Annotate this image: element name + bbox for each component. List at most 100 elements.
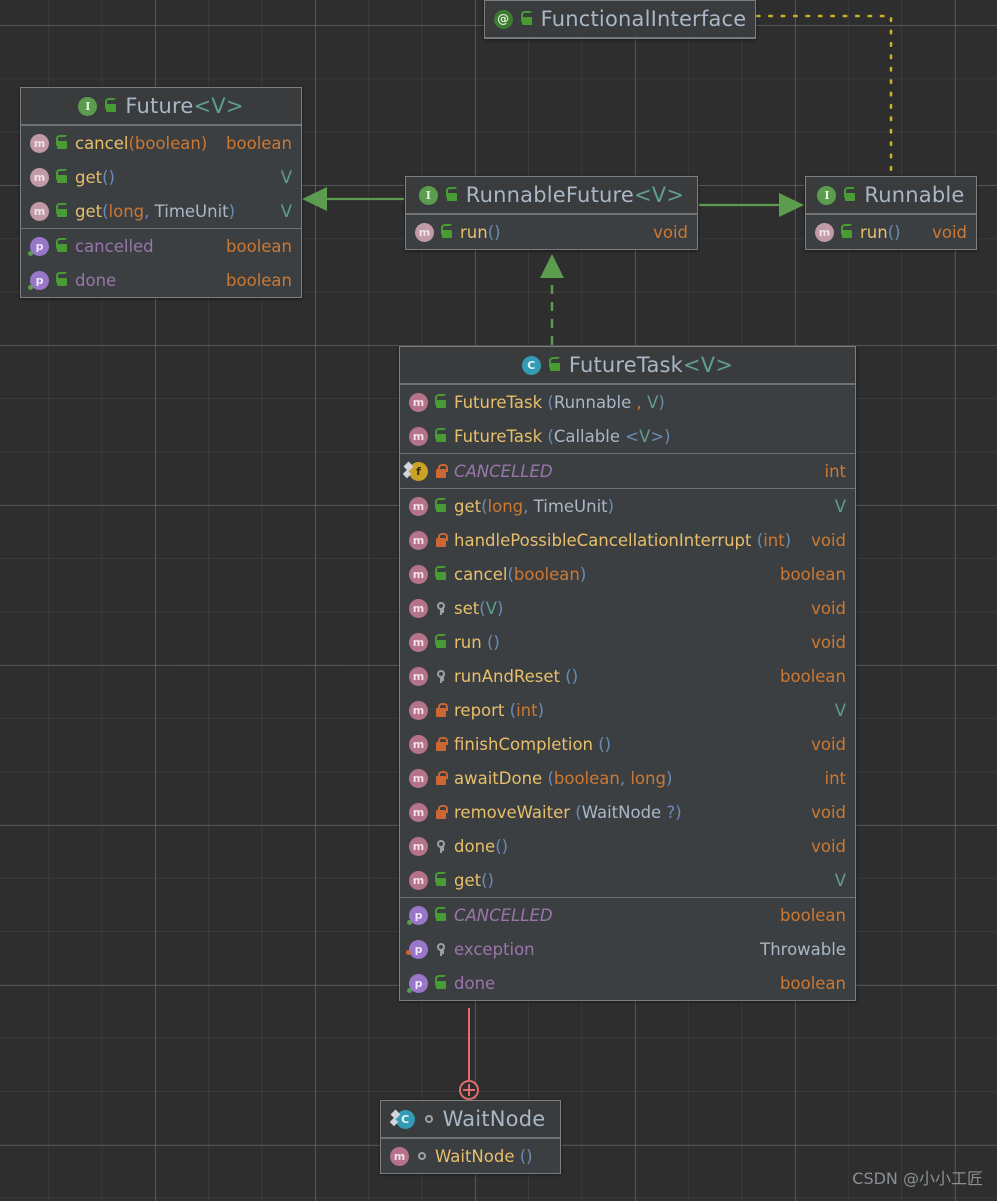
member-signature: FutureTask (Callable <V>) [454,426,671,446]
member-signature: cancelled [75,236,154,256]
member-signature: awaitDone (boolean, long) [454,768,673,788]
member-signature: exception [454,939,535,959]
public-lock-icon [55,238,69,254]
public-lock-icon [55,169,69,185]
property-icon: p [28,236,49,256]
member-signature: get(long, TimeUnit) [454,496,615,516]
member-signature: set(V) [454,598,504,618]
field-icon: f [409,461,428,481]
public-lock-icon [843,187,857,203]
member-signature: cancel(boolean) [75,133,208,153]
protected-key-icon [434,668,448,684]
public-lock-icon [434,498,448,514]
member-row[interactable]: m FutureTask (Callable <V>) [400,419,855,453]
public-lock-icon [840,224,854,240]
class-title: Runnable [864,183,965,207]
node-runnable[interactable]: I Runnable m run() void [805,176,977,250]
node-runnable-future[interactable]: I RunnableFuture<V> m run() void [405,176,698,250]
interface-icon: I [78,96,98,116]
method-icon: m [409,700,428,720]
member-row[interactable]: m get() V [21,160,301,194]
member-signature: report (int) [454,700,545,720]
property-icon: p [407,973,428,993]
private-lock-icon [434,532,448,548]
private-lock-icon [434,463,448,479]
member-row[interactable]: p done boolean [21,263,301,297]
member-row[interactable]: m runAndReset () boolean [400,659,855,693]
member-signature: run() [460,222,501,242]
property-icon: p [28,270,49,290]
public-lock-icon [434,907,448,923]
public-lock-icon [445,187,459,203]
public-lock-icon [434,566,448,582]
node-future[interactable]: I Future<V> m cancel(boolean) boolean m … [20,87,302,298]
member-row[interactable]: m set(V) void [400,591,855,625]
method-icon: m [415,222,434,242]
member-signature: done [454,973,496,993]
method-icon: m [815,222,834,242]
public-lock-icon [55,135,69,151]
member-return-type: void [653,222,688,242]
member-row[interactable]: m get(long, TimeUnit) V [400,489,855,523]
private-lock-icon [434,804,448,820]
member-row[interactable]: m get() V [400,863,855,897]
node-future-task[interactable]: C FutureTask<V> m FutureTask (Runnable ,… [399,346,856,1001]
member-return-type: V [280,167,292,187]
member-row[interactable]: m finishCompletion () void [400,727,855,761]
package-private-icon [415,1148,429,1164]
member-row[interactable]: p done boolean [400,966,855,1000]
property-icon: p [406,939,428,959]
method-icon: m [409,564,428,584]
node-header: I Future<V> [21,88,301,125]
member-signature: get() [454,870,494,890]
member-row[interactable]: f CANCELLED int [400,454,855,488]
member-row[interactable]: m WaitNode () [381,1139,560,1173]
member-signature: handlePossibleCancellationInterrupt (int… [454,530,792,550]
method-icon: m [30,167,49,187]
public-lock-icon [434,872,448,888]
member-row[interactable]: p cancelled boolean [21,229,301,263]
member-return-type: void [811,632,846,652]
method-icon: m [390,1146,409,1166]
private-lock-icon [434,702,448,718]
member-row[interactable]: m removeWaiter (WaitNode ?) void [400,795,855,829]
member-row[interactable]: p exception Throwable [400,932,855,966]
class-icon: C [395,1109,415,1129]
member-row[interactable]: m run() void [406,215,697,249]
constructors-section: m FutureTask (Runnable , V) m FutureTask… [400,384,855,453]
public-lock-icon [55,272,69,288]
method-icon: m [409,530,428,550]
node-header: @ FunctionalInterface [485,1,755,38]
class-title: FutureTask<V> [568,353,734,377]
method-icon: m [409,802,428,822]
member-signature: WaitNode () [435,1146,533,1166]
member-row[interactable]: m cancel(boolean) boolean [21,126,301,160]
member-row[interactable]: m report (int) V [400,693,855,727]
properties-section: p CANCELLED boolean p exception Throwabl… [400,897,855,1000]
method-icon: m [409,632,428,652]
member-row[interactable]: m get(long, TimeUnit) V [21,194,301,228]
member-return-type: boolean [226,270,292,290]
class-title: RunnableFuture<V> [465,183,685,207]
member-row[interactable]: p CANCELLED boolean [400,898,855,932]
member-row[interactable]: m done() void [400,829,855,863]
member-return-type: boolean [780,666,846,686]
public-lock-icon [434,394,448,410]
member-return-type: int [824,461,846,481]
node-wait-node[interactable]: C WaitNode m WaitNode () [380,1100,561,1174]
node-functional-interface[interactable]: @ FunctionalInterface [484,0,756,39]
member-row[interactable]: m run() void [806,215,976,249]
member-return-type: boolean [780,973,846,993]
node-header: C FutureTask<V> [400,347,855,384]
member-row[interactable]: m awaitDone (boolean, long) int [400,761,855,795]
member-return-type: boolean [226,133,292,153]
method-icon: m [30,201,49,221]
member-row[interactable]: m handlePossibleCancellationInterrupt (i… [400,523,855,557]
interface-icon: I [817,185,837,205]
member-row[interactable]: m FutureTask (Runnable , V) [400,385,855,419]
member-row[interactable]: m run () void [400,625,855,659]
method-icon: m [409,496,428,516]
member-signature: runAndReset () [454,666,579,686]
public-lock-icon [434,428,448,444]
member-row[interactable]: m cancel(boolean) boolean [400,557,855,591]
